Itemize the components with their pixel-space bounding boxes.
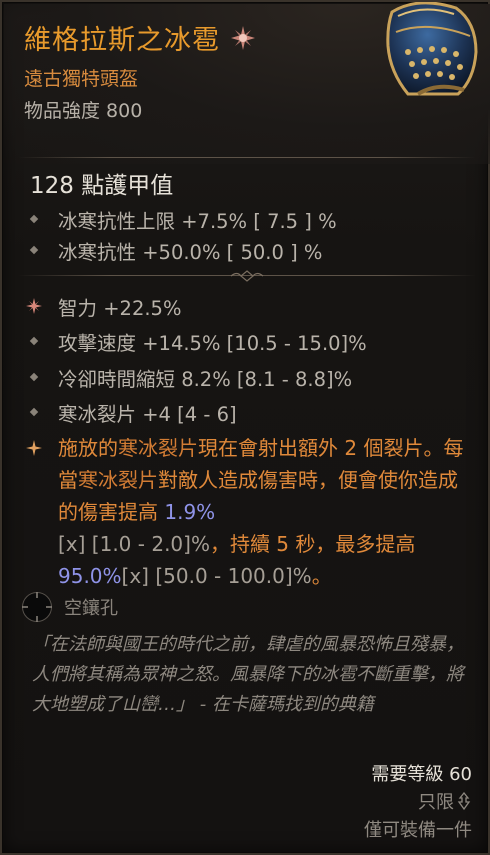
greater-affix-star-icon [26,298,42,314]
affix-stat: 寒冰裂片 +4 [4 - 6] [26,398,237,427]
ornament-icon [230,270,264,282]
aspect-value: 1.9% [164,500,216,524]
aspect-range: [x] [1.0 - 2.0]% [58,532,210,556]
diamond-bullet-icon [26,404,42,420]
stat-text: 冷卻時間縮短 8.2% [8.1 - 8.8]% [58,368,353,391]
implicit-stat: 冰寒抗性 +50.0% [ 50.0 ] % [26,236,322,265]
level-requirement: 需要等級 60 [371,764,472,785]
diamond-bullet-icon [26,211,42,227]
implicit-stat: 冰寒抗性上限 +7.5% [ 7.5 ] % [26,205,337,234]
stat-text: 寒冰裂片 +4 [4 - 6] [58,403,237,426]
item-type: 遠古獨特頭盔 [24,68,139,90]
socket-label: 空鑲孔 [64,598,118,619]
helmet-icon [386,2,478,96]
unique-aspect: 施放的寒冰裂片現在會射出額外 2 個裂片。每當寒冰裂片對敵人造成傷害時，便會使你… [26,432,466,592]
title-row: 維格拉斯之冰雹 [24,18,256,57]
lock-icon [457,792,471,810]
diamond-bullet-icon [26,333,42,349]
aspect-star-icon [26,440,42,456]
stat-text: 冰寒抗性上限 +7.5% [ 7.5 ] % [58,210,337,233]
affix-stat: 冷卻時間縮短 8.2% [8.1 - 8.8]% [26,363,352,392]
item-name: 維格拉斯之冰雹 [24,25,220,56]
aspect-range: [x] [50.0 - 100.0]% [121,564,312,588]
account-bound-label: 只限 [418,792,454,813]
armor-value: 128 點護甲值 [30,173,174,199]
aspect-text: 施放的寒冰裂片現在會射出額外 2 個裂片。每當寒冰裂片對敵人造成傷害時，便會使你… [58,436,464,588]
divider [18,152,476,164]
account-bound: 只限 [418,788,472,814]
item-tooltip: 維格拉斯之冰雹 遠古獨特頭盔 物品強度 800 128 點護甲值 冰寒抗性上限 … [0,0,490,855]
diamond-bullet-icon [26,242,42,258]
stat-text: 智力 +22.5% [58,297,182,320]
empty-socket: 空鑲孔 [22,592,118,622]
socket-icon [22,592,52,622]
diamond-bullet-icon [26,369,42,385]
ornate-divider [18,270,476,282]
aspect-value: 95.0% [58,564,122,588]
unique-star-icon [231,25,255,50]
affix-stat: 攻擊速度 +14.5% [10.5 - 15.0]% [26,327,367,356]
affix-stat: 智力 +22.5% [26,292,181,321]
item-power: 物品強度 800 [24,100,143,122]
equip-limit: 僅可裝備一件 [364,820,472,841]
flavor-text: 「在法師與國王的時代之前，肆虐的風暴恐怖且殘暴，人們將其稱為眾神之怒。風暴降下的… [32,634,464,715]
stat-text: 攻擊速度 +14.5% [10.5 - 15.0]% [58,332,367,355]
stat-text: 冰寒抗性 +50.0% [ 50.0 ] % [58,241,323,264]
